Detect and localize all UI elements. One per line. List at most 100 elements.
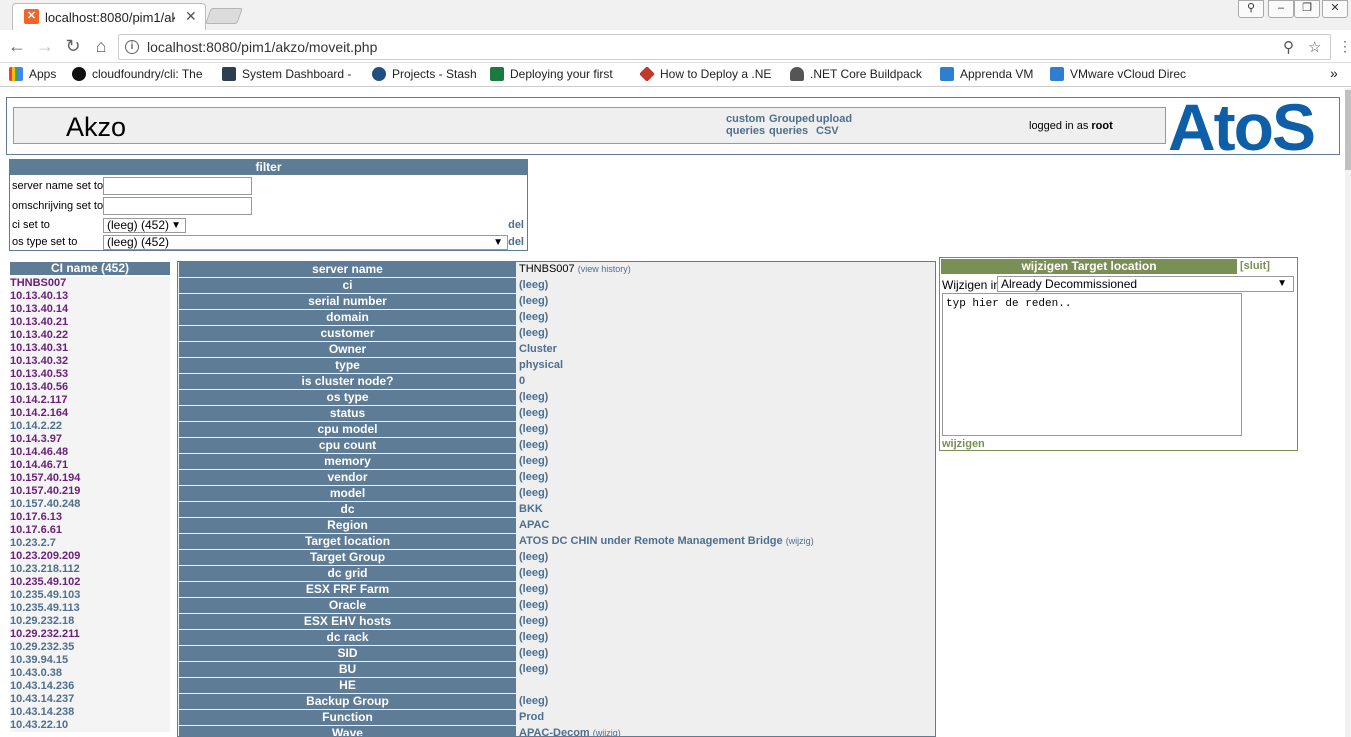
detail-value: (leeg): [519, 646, 548, 661]
url-bar[interactable]: i localhost:8080/pim1/akzo/moveit.php ⚲ …: [118, 34, 1331, 60]
ci-list-item[interactable]: 10.14.2.164: [10, 407, 170, 420]
detail-row: ESX FRF Farm (leeg): [178, 582, 935, 597]
bookmark-item[interactable]: .NET Core Buildpack: [790, 67, 928, 81]
ci-list-item[interactable]: 10.43.14.236: [10, 680, 170, 693]
more-bookmarks-icon[interactable]: »: [1330, 65, 1338, 81]
ci-list-item[interactable]: 10.235.49.102: [10, 576, 170, 589]
vertical-scrollbar[interactable]: [1345, 88, 1351, 737]
wijzigen-submit-link[interactable]: wijzigen: [942, 438, 985, 450]
ci-list-item[interactable]: 10.43.22.10: [10, 719, 170, 732]
ci-list-item[interactable]: 10.13.40.22: [10, 329, 170, 342]
restore-icon[interactable]: ❐: [1294, 0, 1320, 18]
bookmark-item[interactable]: Projects - Stash: [372, 67, 480, 81]
os-type-filter-select[interactable]: (leeg) (452) ▼: [103, 235, 508, 250]
ci-list-item[interactable]: 10.29.232.35: [10, 641, 170, 654]
detail-label: cpu count: [179, 438, 516, 453]
ci-list-item[interactable]: 10.43.14.238: [10, 706, 170, 719]
bookmark-item[interactable]: Deploying your first: [490, 67, 626, 81]
bookmark-item[interactable]: VMware vCloud Direc: [1050, 67, 1190, 81]
ci-list-item[interactable]: 10.23.2.7: [10, 537, 170, 550]
ci-list-item[interactable]: 10.43.14.237: [10, 693, 170, 706]
ci-list-item[interactable]: 10.235.49.113: [10, 602, 170, 615]
bookmark-item[interactable]: Apprenda VM: [940, 67, 1046, 81]
target-location-select[interactable]: Already Decommissioned ▼: [997, 276, 1294, 292]
bookmark-item[interactable]: System Dashboard -: [222, 67, 358, 81]
url-text[interactable]: localhost:8080/pim1/akzo/moveit.php: [147, 39, 377, 55]
ci-list-item[interactable]: 10.14.46.71: [10, 459, 170, 472]
forward-arrow-icon[interactable]: →: [35, 36, 55, 56]
ci-list-item[interactable]: 10.235.49.103: [10, 589, 170, 602]
bookmark-item[interactable]: How to Deploy a .NE: [640, 67, 776, 81]
ci-list-item[interactable]: THNBS007: [10, 277, 170, 290]
detail-value: APAC: [519, 518, 549, 533]
ci-filter-del-link[interactable]: del: [508, 219, 524, 231]
user-profile-icon[interactable]: ⚲: [1238, 0, 1264, 18]
custom-queries-link[interactable]: custom queries: [726, 113, 765, 137]
tab-close-icon[interactable]: ✕: [185, 8, 197, 25]
ci-list-item[interactable]: 10.13.40.32: [10, 355, 170, 368]
bookmark-star-icon[interactable]: ☆: [1308, 38, 1321, 56]
detail-row: Target location ATOS DC CHIN under Remote…: [178, 534, 935, 549]
ci-list-item[interactable]: 10.17.6.61: [10, 524, 170, 537]
detail-value-text: physical: [519, 359, 564, 371]
scrollbar-thumb[interactable]: [1345, 90, 1351, 170]
browser-tab[interactable]: ✕ localhost:8080/pim1/akzo ✕: [12, 3, 206, 30]
browser-tab-strip: ✕ localhost:8080/pim1/akzo ✕ ⚲ – ❐ ✕: [0, 0, 1351, 30]
ci-list-item[interactable]: 10.29.232.18: [10, 615, 170, 628]
bookmark-apps[interactable]: Apps: [9, 67, 67, 81]
detail-value: (leeg): [519, 614, 548, 629]
os-type-filter-del-link[interactable]: del: [508, 236, 524, 248]
window-close-icon[interactable]: ✕: [1322, 0, 1348, 18]
reload-icon[interactable]: ↻: [63, 36, 83, 56]
detail-row: os type (leeg): [178, 390, 935, 405]
ci-filter-select[interactable]: (leeg) (452) ▼: [103, 218, 186, 233]
detail-row: SID (leeg): [178, 646, 935, 661]
new-tab-button[interactable]: [205, 8, 243, 24]
ci-list-item[interactable]: 10.157.40.248: [10, 498, 170, 511]
ci-list-item[interactable]: 10.13.40.13: [10, 290, 170, 303]
info-icon[interactable]: i: [125, 40, 139, 54]
detail-value-text: (leeg): [519, 279, 549, 291]
ci-list-item[interactable]: 10.29.232.211: [10, 628, 170, 641]
ci-list-item[interactable]: 10.14.3.97: [10, 433, 170, 446]
ci-list-item[interactable]: 10.23.209.209: [10, 550, 170, 563]
detail-action-link[interactable]: (view history): [578, 264, 631, 274]
ci-list-item[interactable]: 10.17.6.13: [10, 511, 170, 524]
detail-row: memory (leeg): [178, 454, 935, 469]
ci-list-item[interactable]: 10.13.40.56: [10, 381, 170, 394]
detail-action-link[interactable]: (wijzig): [593, 728, 621, 736]
upload-csv-link[interactable]: upload CSV: [816, 113, 852, 137]
ci-list-item[interactable]: 10.157.40.219: [10, 485, 170, 498]
ci-list-item[interactable]: 10.13.40.14: [10, 303, 170, 316]
reason-textarea[interactable]: typ hier de reden..: [942, 293, 1242, 436]
menu-icon[interactable]: ⋮: [1335, 36, 1351, 56]
detail-value-text: (leeg): [519, 631, 549, 643]
close-panel-link[interactable]: [sluit]: [1240, 260, 1270, 272]
ci-list-item[interactable]: 10.13.40.21: [10, 316, 170, 329]
detail-row: Owner Cluster: [178, 342, 935, 357]
detail-value-text: (leeg): [519, 295, 549, 307]
ci-list-item[interactable]: 10.14.46.48: [10, 446, 170, 459]
header-bar: Akzo custom queries Grouped queries upload…: [13, 107, 1166, 144]
ci-list-item[interactable]: 10.43.0.38: [10, 667, 170, 680]
server-name-filter-input[interactable]: [103, 177, 252, 195]
detail-label: status: [179, 406, 516, 421]
back-arrow-icon[interactable]: ←: [7, 36, 27, 56]
ci-list-item[interactable]: 10.13.40.31: [10, 342, 170, 355]
ci-list-item[interactable]: 10.23.218.112: [10, 563, 170, 576]
detail-value: Prod: [519, 710, 544, 725]
ci-list-item[interactable]: 10.14.2.22: [10, 420, 170, 433]
home-icon[interactable]: ⌂: [91, 36, 111, 56]
ci-list-item[interactable]: 10.39.94.15: [10, 654, 170, 667]
ci-list-item[interactable]: 10.157.40.194: [10, 472, 170, 485]
ci-list-item[interactable]: 10.13.40.53: [10, 368, 170, 381]
grouped-queries-link[interactable]: Grouped queries: [769, 113, 815, 137]
person-icon: [790, 67, 804, 81]
bookmark-item[interactable]: cloudfoundry/cli: The: [72, 67, 210, 81]
minimize-icon[interactable]: –: [1268, 0, 1294, 18]
ci-list-item[interactable]: 10.14.2.117: [10, 394, 170, 407]
omschrijving-filter-input[interactable]: [103, 197, 252, 215]
detail-label: dc: [179, 502, 516, 517]
zoom-icon[interactable]: ⚲: [1283, 38, 1294, 56]
detail-action-link[interactable]: (wijzig): [786, 536, 814, 546]
